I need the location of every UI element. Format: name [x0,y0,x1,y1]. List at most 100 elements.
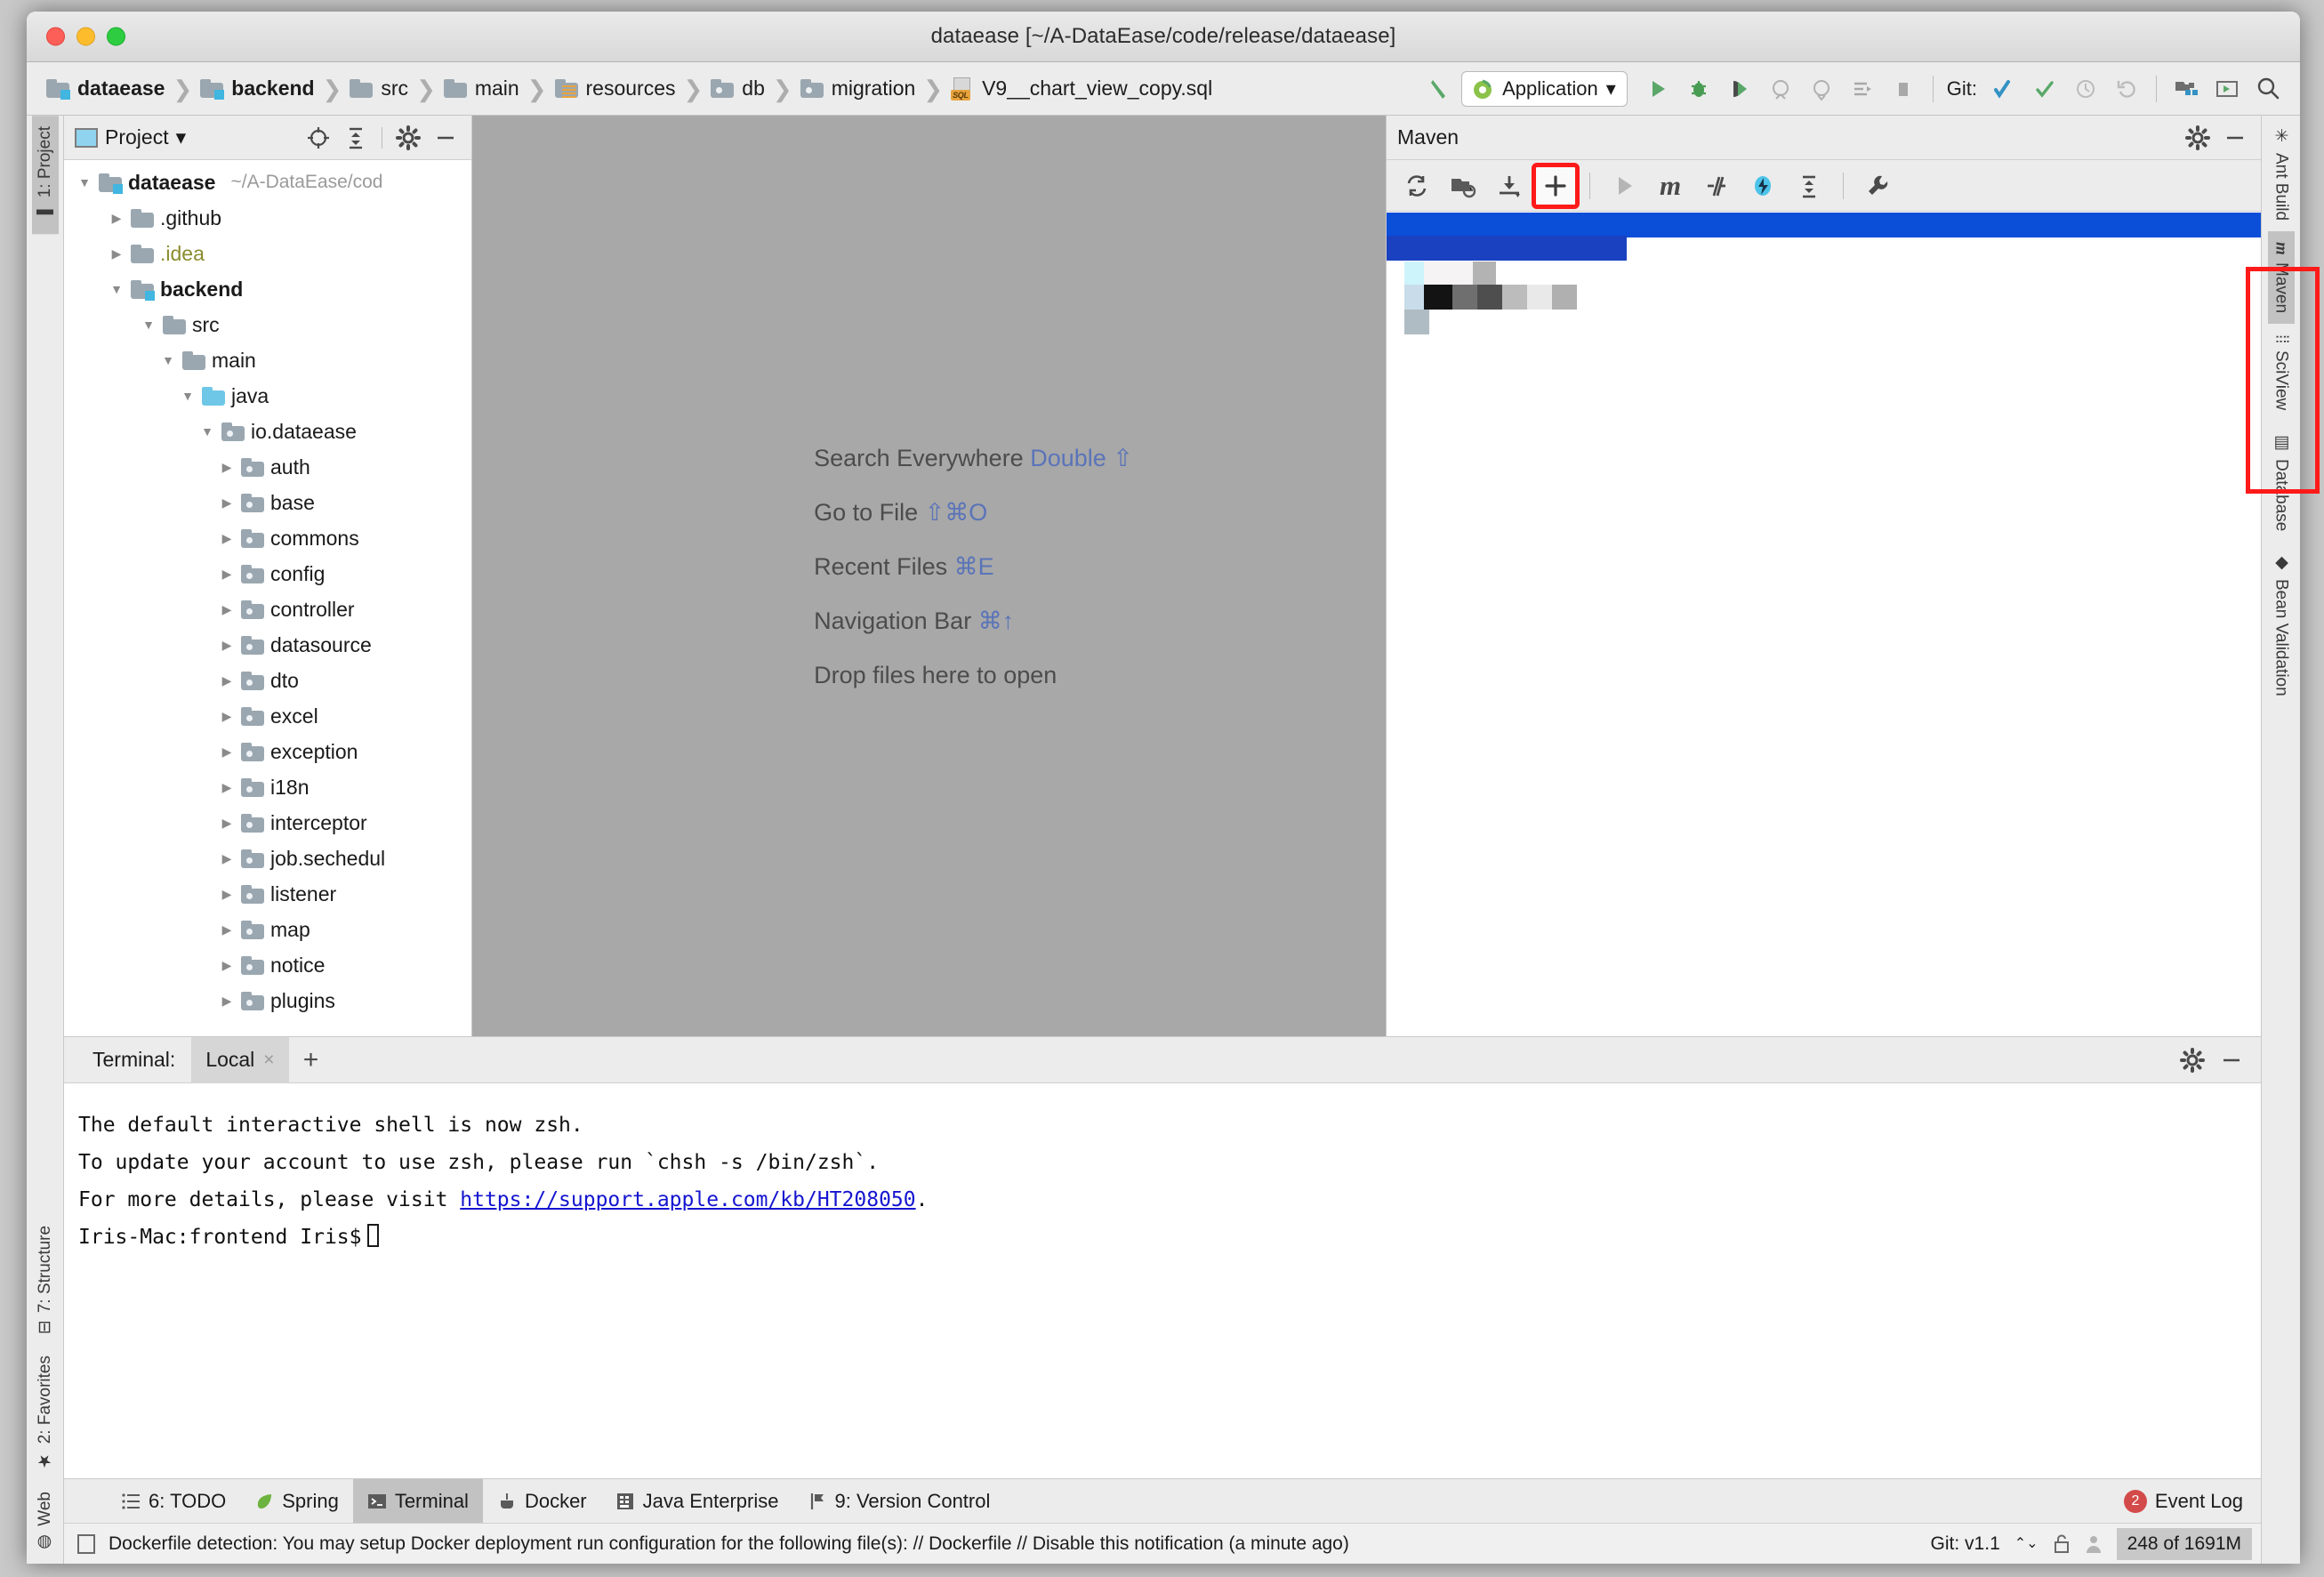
maven-projects-tree[interactable] [1387,212,2261,1036]
download-sources-icon[interactable] [1488,165,1531,206]
twisty-collapsed-icon[interactable]: ▶ [219,602,235,617]
run-dashboard-icon[interactable] [2207,69,2247,109]
tree-row-excel[interactable]: ▶ excel [64,698,471,734]
tree-row-datasource[interactable]: ▶ datasource [64,627,471,663]
twisty-collapsed-icon[interactable]: ▶ [219,744,235,760]
tree-row-io-dataease[interactable]: ▼ io.dataease [64,414,471,449]
gear-icon[interactable] [391,121,425,155]
breadcrumb-item-backend[interactable]: backend [198,71,316,107]
stop-icon[interactable] [1884,69,1923,109]
twisty-expanded-icon[interactable]: ▼ [76,175,92,189]
terminal-tab-local[interactable]: Local × [191,1037,288,1083]
bottom-tab-java-enterprise[interactable]: Java Enterprise [601,1479,793,1524]
debug-icon[interactable] [1679,69,1718,109]
bottom-tab-spring[interactable]: Spring [240,1479,353,1524]
redeploy-icon[interactable] [1843,69,1882,109]
toggle-offline-mode-icon[interactable] [1741,165,1784,206]
tree-row-controller[interactable]: ▶ controller [64,591,471,627]
toggle-skip-tests-icon[interactable] [1695,165,1738,206]
sidebar-item-sciview[interactable]: ⁞⁞ SciView [2268,324,2295,422]
rollback-icon[interactable] [2107,69,2146,109]
tree-row-plugins[interactable]: ▶ plugins [64,983,471,1018]
close-icon[interactable]: × [263,1050,274,1071]
twisty-collapsed-icon[interactable]: ▶ [109,211,125,226]
tree-row-idea[interactable]: ▶ .idea [64,236,471,271]
search-icon[interactable] [2248,69,2288,109]
tree-row-exception[interactable]: ▶ exception [64,734,471,769]
maven-settings-wrench-icon[interactable] [1856,165,1899,206]
breadcrumb-item-dataease[interactable]: dataease [44,71,166,107]
breadcrumb-item-db[interactable]: db [709,71,767,107]
hide-icon[interactable] [429,121,462,155]
gear-icon[interactable] [2175,1043,2209,1077]
twisty-collapsed-icon[interactable]: ▶ [219,994,235,1009]
hide-icon[interactable] [2218,121,2252,155]
twisty-collapsed-icon[interactable]: ▶ [109,246,125,261]
collapse-all-icon[interactable] [339,121,373,155]
sidebar-item-ant-build[interactable]: ✳ Ant Build [2268,116,2295,231]
locate-target-icon[interactable] [302,121,335,155]
breadcrumb-item-main[interactable]: main [442,71,521,107]
bottom-tab-version-control[interactable]: 9: Version Control [793,1479,1005,1524]
hide-icon[interactable] [2215,1043,2248,1077]
profile-icon[interactable] [1761,69,1800,109]
tree-row-map[interactable]: ▶ map [64,912,471,947]
tree-row-config[interactable]: ▶ config [64,556,471,591]
breadcrumb-item-sql-file[interactable]: SQL V9__chart_view_copy.sql [949,71,1214,107]
editor-empty-area[interactable]: Search Everywhere Double ⇧ Go to File ⇧⌘… [472,116,1386,1036]
update-project-icon[interactable] [1984,69,2023,109]
breadcrumb-item-resources[interactable]: resources [553,71,678,107]
reimport-icon[interactable] [1395,165,1438,206]
tree-row-main[interactable]: ▼ main [64,342,471,378]
window-controls[interactable] [46,28,125,46]
tree-row-job-sechedul[interactable]: ▶ job.sechedul [64,841,471,876]
tree-row-dataease[interactable]: ▼ dataease ~/A-DataEase/cod [64,165,471,200]
hammer-icon[interactable] [1420,69,1460,109]
twisty-collapsed-icon[interactable]: ▶ [219,638,235,653]
twisty-collapsed-icon[interactable]: ▶ [219,887,235,902]
twisty-collapsed-icon[interactable]: ▶ [219,816,235,831]
tree-row-github[interactable]: ▶ .github [64,200,471,236]
sidebar-item-favorites[interactable]: ★ 2: Favorites [32,1345,59,1481]
run-icon[interactable] [1603,165,1645,206]
twisty-expanded-icon[interactable]: ▼ [199,424,215,439]
gear-icon[interactable] [2181,121,2215,155]
bottom-tab-todo[interactable]: 6: TODO [107,1479,240,1524]
twisty-collapsed-icon[interactable]: ▶ [219,673,235,688]
twisty-collapsed-icon[interactable]: ▶ [219,531,235,546]
add-plus-icon[interactable] [1534,165,1577,206]
bottom-tab-docker[interactable]: Docker [483,1479,601,1524]
project-tree[interactable]: ▼ dataease ~/A-DataEase/cod ▶ .github ▶ [64,160,471,1036]
tree-row-src[interactable]: ▼ src [64,307,471,342]
chevron-down-icon[interactable]: ▾ [176,125,187,149]
git-branch-widget[interactable]: Git: v1.1 [1931,1533,2000,1555]
run-configuration-selector[interactable]: Application ▾ [1461,71,1628,107]
person-icon[interactable] [2085,1533,2103,1555]
close-window-button[interactable] [46,28,65,46]
maximize-window-button[interactable] [107,28,125,46]
bottom-tab-terminal[interactable]: Terminal [353,1479,483,1524]
add-maven-project-folder-icon[interactable] [1442,165,1484,206]
sidebar-item-database[interactable]: ▤ Database [2268,422,2295,542]
sidebar-item-web[interactable]: ◍ Web [32,1481,59,1564]
twisty-collapsed-icon[interactable]: ▶ [219,780,235,795]
unlocked-padlock-icon[interactable] [2053,1533,2071,1555]
history-clock-icon[interactable] [2066,69,2105,109]
twisty-expanded-icon[interactable]: ▼ [141,318,157,332]
execute-maven-goal-icon[interactable]: m [1649,165,1692,206]
tree-row-base[interactable]: ▶ base [64,485,471,520]
project-structure-icon[interactable] [2167,69,2206,109]
sidebar-item-maven[interactable]: m Maven [2268,231,2295,324]
tree-row-notice[interactable]: ▶ notice [64,947,471,983]
breadcrumb-item-migration[interactable]: migration [799,71,918,107]
twisty-collapsed-icon[interactable]: ▶ [219,495,235,511]
sidebar-item-project[interactable]: ▬ 1: Project [32,116,59,234]
run-with-coverage-icon[interactable] [1720,69,1759,109]
collapse-all-icon[interactable] [1788,165,1830,206]
twisty-expanded-icon[interactable]: ▼ [160,353,176,367]
twisty-collapsed-icon[interactable]: ▶ [219,851,235,866]
terminal-output[interactable]: The default interactive shell is now zsh… [64,1083,2261,1478]
tree-row-interceptor[interactable]: ▶ interceptor [64,805,471,841]
attach-debugger-icon[interactable] [1802,69,1841,109]
commit-checkmark-icon[interactable] [2025,69,2064,109]
